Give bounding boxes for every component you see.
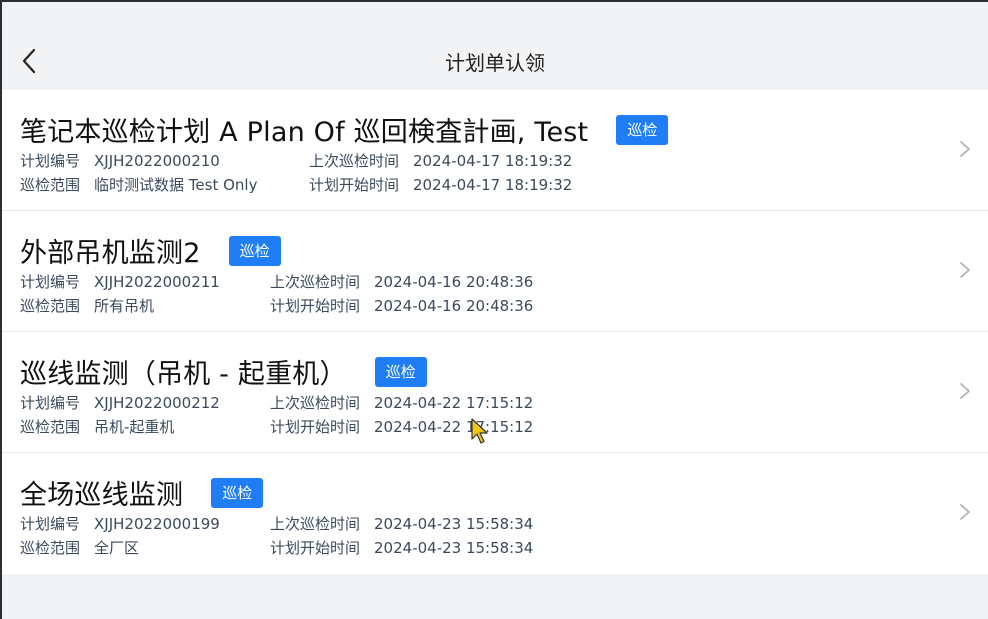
plan-title-row: 巡线监测（吊机 - 起重机） 巡检 [20, 352, 427, 391]
start-time-value: 2024-04-17 18:19:32 [413, 176, 573, 194]
last-time-label: 上次巡检时间 [309, 152, 400, 170]
last-time-row: 上次巡检时间 2024-04-17 18:19:32 [309, 150, 572, 171]
scope-row: 巡检范围 所有吊机 [20, 295, 154, 316]
scope-label: 巡检范围 [20, 539, 81, 557]
last-time-label: 上次巡检时间 [270, 394, 361, 412]
scope-label: 巡检范围 [20, 418, 81, 436]
last-time-label: 上次巡检时间 [270, 515, 361, 533]
chevron-right-icon [958, 380, 972, 402]
plan-title: 巡线监测（吊机 - 起重机） [20, 359, 347, 390]
scope-value: 所有吊机 [94, 297, 155, 315]
page-title: 计划单认领 [445, 51, 545, 75]
mouse-cursor-icon [470, 417, 492, 445]
plan-meta-row: 计划编号 XJJH2022000199 [20, 513, 220, 534]
start-time-value: 2024-04-22 17:15:12 [374, 418, 534, 436]
chevron-right-icon [958, 138, 972, 160]
scope-label: 巡检范围 [20, 297, 81, 315]
plan-meta-row: 计划编号 XJJH2022000211 [20, 271, 220, 292]
start-time-label: 计划开始时间 [270, 418, 361, 436]
plan-title-row: 全场巡线监测 巡检 [20, 473, 264, 512]
plan-no-value: XJJH2022000212 [94, 394, 220, 412]
plan-title: 外部吊机监测2 [20, 238, 201, 269]
scope-label: 巡检范围 [20, 176, 81, 194]
last-time-value: 2024-04-22 17:15:12 [374, 394, 534, 412]
plan-meta-row: 计划编号 XJJH2022000210 [20, 150, 220, 171]
type-badge: 巡检 [616, 114, 669, 145]
last-time-value: 2024-04-23 15:58:34 [374, 515, 534, 533]
scope-value: 临时测试数据 Test Only [94, 176, 258, 194]
plan-no-label: 计划编号 [20, 273, 81, 291]
plan-title-row: 笔记本巡检计划 A Plan Of 巡回検査計画, Test 巡检 [20, 110, 669, 149]
last-time-value: 2024-04-17 18:19:32 [413, 152, 573, 170]
plan-card[interactable]: 巡线监测（吊机 - 起重机） 巡检 计划编号 XJJH2022000212 上次巡… [2, 332, 988, 453]
scope-row: 巡检范围 吊机-起重机 [20, 416, 174, 437]
scope-value: 吊机-起重机 [94, 418, 175, 436]
header-bar: 计划单认领 [2, 2, 988, 90]
plan-title-row: 外部吊机监测2 巡检 [20, 231, 281, 270]
plan-card[interactable]: 全场巡线监测 巡检 计划编号 XJJH2022000199 上次巡检时间 2024-… [2, 453, 988, 574]
start-time-label: 计划开始时间 [309, 176, 400, 194]
type-badge: 巡检 [374, 356, 427, 387]
chevron-right-icon [958, 501, 972, 523]
plan-list: 笔记本巡检计划 A Plan Of 巡回検査計画, Test 巡检 计划编号 XJ… [2, 90, 988, 574]
start-time-row: 计划开始时间 2024-04-16 20:48:36 [270, 295, 533, 316]
start-time-row: 计划开始时间 2024-04-23 15:58:34 [270, 537, 533, 558]
start-time-row: 计划开始时间 2024-04-22 17:15:12 [270, 416, 533, 437]
plan-no-value: XJJH2022000199 [94, 515, 220, 533]
plan-meta-row: 计划编号 XJJH2022000212 [20, 392, 220, 413]
plan-card[interactable]: 外部吊机监测2 巡检 计划编号 XJJH2022000211 上次巡检时间 2024… [2, 211, 988, 332]
start-time-label: 计划开始时间 [270, 539, 361, 557]
scope-row: 巡检范围 全厂区 [20, 537, 139, 558]
scope-row: 巡检范围 临时测试数据 Test Only [20, 174, 257, 195]
plan-title: 全场巡线监测 [20, 480, 184, 511]
last-time-label: 上次巡检时间 [270, 273, 361, 291]
last-time-row: 上次巡检时间 2024-04-23 15:58:34 [270, 513, 533, 534]
plan-no-value: XJJH2022000211 [94, 273, 220, 291]
last-time-row: 上次巡检时间 2024-04-16 20:48:36 [270, 271, 533, 292]
type-badge: 巡检 [211, 477, 264, 508]
start-time-row: 计划开始时间 2024-04-17 18:19:32 [309, 174, 572, 195]
plan-no-value: XJJH2022000210 [94, 152, 220, 170]
scope-value: 全厂区 [94, 539, 140, 557]
plan-no-label: 计划编号 [20, 394, 81, 412]
plan-no-label: 计划编号 [20, 515, 81, 533]
plan-title: 笔记本巡检计划 A Plan Of 巡回検査計画, Test [20, 117, 589, 148]
type-badge: 巡检 [228, 235, 281, 266]
plan-card[interactable]: 笔记本巡检计划 A Plan Of 巡回検査計画, Test 巡检 计划编号 XJ… [2, 90, 988, 211]
last-time-value: 2024-04-16 20:48:36 [374, 273, 534, 291]
plan-no-label: 计划编号 [20, 152, 81, 170]
start-time-label: 计划开始时间 [270, 297, 361, 315]
last-time-row: 上次巡检时间 2024-04-22 17:15:12 [270, 392, 533, 413]
chevron-right-icon [958, 259, 972, 281]
start-time-value: 2024-04-16 20:48:36 [374, 297, 534, 315]
start-time-value: 2024-04-23 15:58:34 [374, 539, 534, 557]
